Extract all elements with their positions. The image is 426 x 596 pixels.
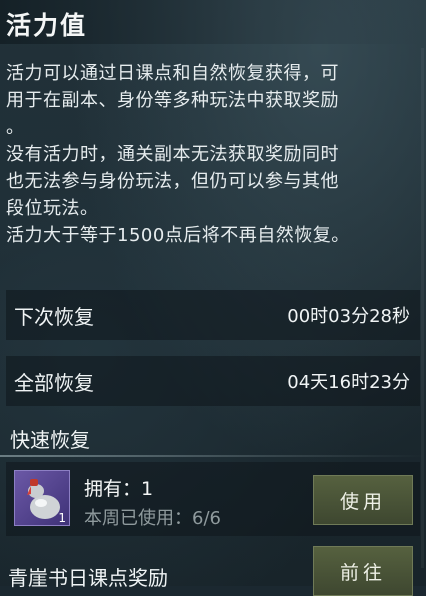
potion-gourd-icon[interactable]: 1 [14,470,70,526]
owned-count: 拥有：1 [84,478,154,500]
description-line: 也无法参与身份玩法，但仍可以参与其他 [6,171,339,192]
description-line: 。 [6,117,25,138]
next-recovery-row: 下次恢复 00时03分28秒 [6,290,420,340]
description-line: 活力可以通过日课点和自然恢复获得，可 [6,63,339,84]
description: 活力可以通过日课点和自然恢复获得，可 用于在副本、身份等多种玩法中获取奖励 。 … [6,60,418,249]
item-count: 1 [58,511,66,525]
description-line: 用于在副本、身份等多种玩法中获取奖励 [6,90,339,111]
quick-recovery-title: 快速恢复 [10,428,90,452]
use-button[interactable]: 使用 [313,475,413,525]
weekly-used-count: 本周已使用：6/6 [84,508,221,529]
full-recovery-label: 全部恢复 [14,370,94,395]
full-recovery-timer: 04天16时23分 [287,372,410,393]
scrollbar[interactable] [421,48,424,568]
description-line: 活力大于等于1500点后将不再自然恢复。 [6,225,350,246]
page-title: 活力值 [6,11,88,40]
next-recovery-timer: 00时03分28秒 [287,306,410,327]
description-line: 段位玩法。 [6,198,99,219]
description-line: 没有活力时，通关副本无法获取奖励同时 [6,144,339,165]
title-bar: 活力值 [0,0,426,44]
section-divider [0,455,426,457]
go-button[interactable]: 前往 [313,546,413,596]
full-recovery-row: 全部恢复 04天16时23分 [6,356,420,406]
reward-label: 青崖书日课点奖励 [8,566,168,590]
next-recovery-label: 下次恢复 [14,304,94,329]
